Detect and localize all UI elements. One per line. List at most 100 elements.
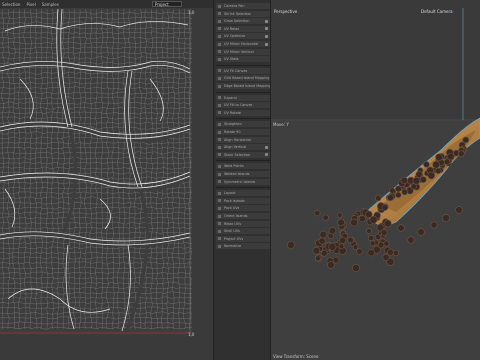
peppercorn [447, 152, 455, 161]
peppercorn [315, 255, 321, 262]
peppercorn [319, 230, 328, 239]
tool-icon [218, 34, 221, 38]
tool-item[interactable]: UV Rotate [216, 109, 270, 116]
tool-label: Pack Islands [224, 198, 245, 203]
viewport-panel[interactable]: View Cameras Display Options Filter Pane… [271, 0, 480, 360]
tool-icon [218, 229, 221, 233]
tool-checkbox[interactable] [265, 145, 268, 149]
tool-separator [216, 118, 270, 120]
tool-icon [218, 164, 221, 168]
viewport-backdrop [271, 0, 480, 120]
tool-item[interactable]: Relax UVs [216, 220, 270, 227]
peppercorn [383, 219, 392, 228]
tool-item[interactable]: Align Vertical [216, 144, 270, 151]
tool-item[interactable]: Orient Islands [216, 213, 270, 219]
peppercorn [397, 224, 405, 232]
tool-icon [218, 27, 221, 31]
tool-icon [218, 111, 221, 115]
viewport-status: View Transform: Scene [273, 354, 319, 359]
uv-tools-panel: Camera Pan Shrink Selection Grow Selection… [213, 0, 271, 360]
tool-item[interactable]: UV Fill to Canvas [216, 102, 270, 109]
tool-label: Grid Based Island Mapping [224, 76, 270, 81]
tool-item[interactable]: Symmetric Islands [216, 178, 270, 185]
tool-label: UV Mirror Vertical [224, 49, 254, 54]
tool-item[interactable]: Layout [216, 190, 270, 197]
peppercorn [415, 170, 423, 178]
peppercorn [338, 243, 345, 250]
tool-item[interactable]: Pack UVs [216, 205, 270, 212]
tool-label: Grow Selection [224, 19, 250, 24]
tool-item[interactable]: Normalize [216, 243, 270, 250]
tool-item[interactable]: Welded Islands [216, 171, 270, 177]
tool-checkbox[interactable] [265, 42, 268, 46]
tool-icon [218, 206, 221, 210]
tool-label: Weld Points [224, 164, 244, 169]
tool-item[interactable]: Rotate 90 [216, 129, 270, 135]
tool-checkbox[interactable] [265, 19, 268, 23]
tool-label: Expand [224, 95, 237, 100]
tool-item[interactable]: Project UVs [216, 235, 270, 242]
tool-item[interactable]: Expand [216, 94, 270, 101]
tool-item[interactable]: UV Fit Canvas [216, 67, 270, 74]
peppercorn [358, 215, 366, 223]
peppercorn [395, 185, 402, 193]
tool-item[interactable]: Align Horizontal [216, 136, 270, 143]
tool-label: Symmetric Islands [224, 179, 256, 184]
tool-label: Rotate 90 [224, 130, 241, 134]
peppercorn [369, 240, 376, 247]
peppercorn [312, 246, 321, 255]
peppercorn [432, 160, 440, 169]
peppercorn [318, 237, 326, 245]
tool-label: UV Optimize [224, 34, 246, 39]
tool-label: UV Rotate [224, 110, 241, 115]
tool-item[interactable]: Shrink Selection [216, 10, 270, 17]
tool-item[interactable]: UV Mirror Vertical [216, 48, 270, 55]
menu-selection[interactable]: Selection [2, 2, 20, 7]
tool-item[interactable]: Straighten [216, 121, 270, 128]
tool-item[interactable]: Grid Based Island Mapping [216, 75, 270, 82]
peppercorn [332, 256, 340, 264]
peppercorn [430, 221, 438, 229]
tool-icon [218, 12, 221, 16]
peppercorn [417, 228, 425, 236]
tool-checkbox[interactable] [265, 34, 268, 38]
peppercorn [389, 187, 396, 194]
tool-icon [218, 42, 221, 46]
peppercorn [423, 161, 430, 168]
tool-label: Normalize [224, 244, 242, 249]
peppercorn [435, 153, 443, 162]
tool-item[interactable]: Edge Based Island Mapping [216, 83, 270, 89]
menu-pixel[interactable]: Pixel [26, 2, 35, 7]
uv-grid-lines [0, 9, 192, 330]
tool-icon [218, 84, 221, 88]
tool-item[interactable]: UV Optimize [216, 33, 270, 40]
menu-samples[interactable]: Samples [42, 2, 59, 7]
tool-label: Project UVs [224, 236, 244, 241]
tool-icon [218, 222, 221, 226]
tool-checkbox[interactable] [265, 153, 268, 157]
peppercorn [407, 236, 415, 244]
tool-item[interactable]: Shell UVs [216, 228, 270, 235]
tool-item[interactable]: Stack Selection [216, 151, 270, 158]
uv-canvas[interactable] [0, 9, 192, 335]
peppercorn [367, 249, 375, 257]
peppercorn [328, 242, 337, 251]
tool-icon [218, 191, 221, 195]
tool-checkbox[interactable] [265, 27, 268, 31]
peppercorn [419, 176, 427, 183]
tool-item[interactable]: UV Stats [216, 56, 270, 63]
tool-item[interactable]: UV Relax [216, 25, 270, 32]
project-dropdown[interactable]: Project [152, 1, 182, 7]
camera-name-label[interactable]: Default Camera [421, 9, 453, 14]
tool-item[interactable]: Camera Pan [216, 3, 270, 9]
tool-item[interactable]: UV Mirror Horizontal [216, 41, 270, 47]
peppercorn [401, 188, 408, 196]
peppercorn [287, 241, 295, 249]
peppercorn [337, 212, 343, 218]
peppercorn [386, 194, 394, 202]
tool-label: Orient Islands [224, 214, 248, 218]
peppercorn [337, 218, 345, 227]
tool-item[interactable]: Pack Islands [216, 197, 270, 204]
tool-item[interactable]: Grow Selection [216, 18, 270, 25]
tool-item[interactable]: Weld Points [216, 163, 270, 170]
